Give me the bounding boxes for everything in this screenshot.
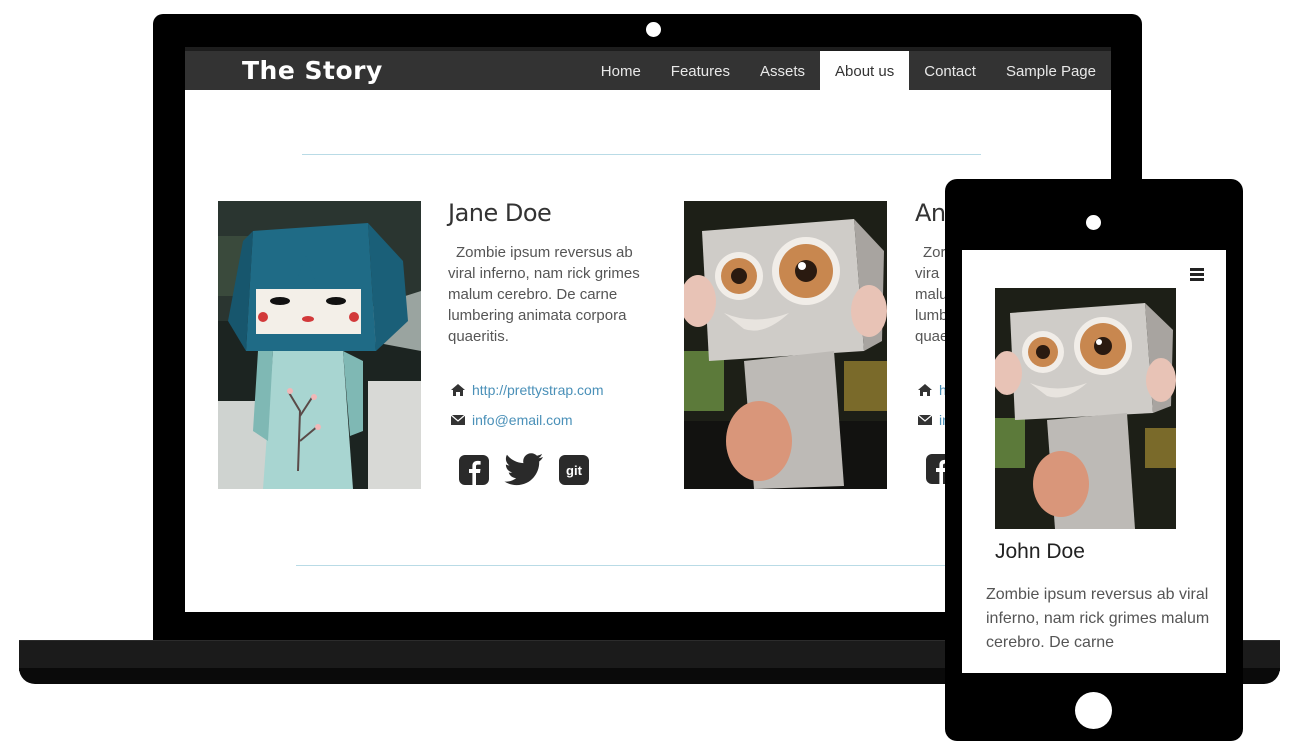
second-person-bio: Zor vira malu lumb quae [915, 242, 949, 347]
home-icon [918, 384, 932, 396]
envelope-icon [917, 414, 933, 425]
navbar: The Story Home Features Assets About us … [185, 51, 1111, 90]
second-person-bio-line: vira [915, 265, 940, 282]
jane-doe-name: Jane Doe [448, 199, 552, 227]
twitter-icon[interactable] [504, 453, 544, 487]
second-person-website-row: h [917, 382, 947, 398]
second-person-bio-line: Zor [923, 244, 946, 261]
git-icon[interactable]: git [558, 454, 590, 486]
jane-doe-email-row: info@email.com [450, 412, 573, 428]
section-divider-bottom [296, 565, 976, 566]
jane-doe-photo [218, 201, 421, 489]
menu-icon[interactable] [1190, 268, 1204, 281]
jane-doe-social-links: git [458, 453, 590, 487]
phone-camera [1086, 215, 1101, 230]
second-person-email-row: ir [917, 412, 947, 428]
nav-contact[interactable]: Contact [909, 51, 991, 90]
envelope-icon [450, 414, 466, 425]
second-person-bio-line: quae [915, 328, 949, 345]
home-icon [451, 384, 465, 396]
git-icon-label: git [566, 463, 583, 478]
main-nav: Home Features Assets About us Contact Sa… [586, 51, 1111, 90]
john-doe-bio: Zombie ipsum reversus ab viral inferno, … [986, 586, 1210, 651]
jane-doe-bio: Zombie ipsum reversus ab viral inferno, … [448, 244, 640, 345]
facebook-icon[interactable] [458, 454, 490, 486]
site-brand[interactable]: The Story [242, 56, 383, 85]
section-divider-top [302, 154, 981, 155]
john-doe-photo [995, 288, 1176, 529]
nav-assets[interactable]: Assets [745, 51, 820, 90]
second-person-photo [684, 201, 887, 489]
laptop-camera [646, 22, 661, 37]
second-person-bio-line: lumb [915, 307, 948, 324]
jane-doe-website-row: http://prettystrap.com [450, 382, 604, 398]
john-doe-name: John Doe [995, 540, 1085, 563]
nav-home[interactable]: Home [586, 51, 656, 90]
nav-features[interactable]: Features [656, 51, 745, 90]
nav-about-us[interactable]: About us [820, 51, 910, 90]
phone-screen: John Doe Zombie ipsum reversus ab viral … [962, 250, 1226, 673]
phone-home-button[interactable] [1075, 692, 1112, 729]
nav-sample-page[interactable]: Sample Page [991, 51, 1111, 90]
jane-doe-email-link[interactable]: info@email.com [472, 412, 573, 428]
jane-doe-website-link[interactable]: http://prettystrap.com [472, 382, 604, 398]
second-person-bio-line: malu [915, 286, 948, 303]
